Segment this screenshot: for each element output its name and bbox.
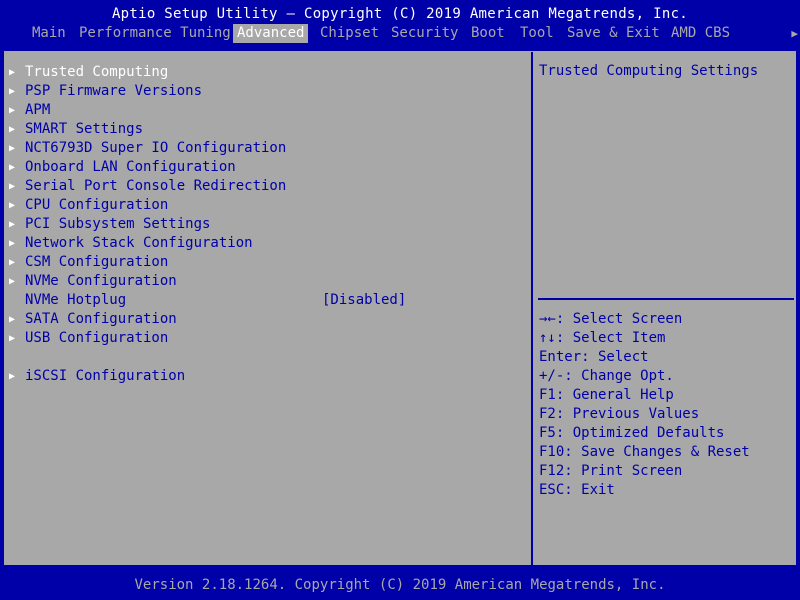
tab-performance-tuning[interactable]: Performance Tuning xyxy=(75,24,235,43)
submenu-arrow-icon: ▶ xyxy=(9,181,16,192)
tab-advanced[interactable]: Advanced xyxy=(233,24,309,43)
app-title: Aptio Setup Utility – Copyright (C) 2019… xyxy=(111,6,689,22)
key-hint-enter-select: Enter: Select xyxy=(539,349,649,365)
submenu-arrow-icon: ▶ xyxy=(9,162,16,173)
tab-chipset[interactable]: Chipset xyxy=(316,24,383,43)
menu-item-nvme-hotplug[interactable]: NVMe Hotplug [Disabled] xyxy=(5,291,525,310)
tab-security[interactable]: Security xyxy=(387,24,462,43)
key-hint-optimized-defaults: F5: Optimized Defaults xyxy=(539,425,725,441)
tab-tool[interactable]: Tool xyxy=(516,24,558,43)
key-hint-general-help: F1: General Help xyxy=(539,387,674,403)
submenu-arrow-icon: ▶ xyxy=(9,238,16,249)
key-hint-exit: ESC: Exit xyxy=(539,482,615,498)
key-hint-print-screen: F12: Print Screen xyxy=(539,463,683,479)
help-panel: Trusted Computing Settings →←: Select Sc… xyxy=(535,52,797,566)
submenu-arrow-icon: ▶ xyxy=(9,276,16,287)
key-hint-change-opt: +/-: Change Opt. xyxy=(539,368,674,384)
submenu-arrow-icon: ▶ xyxy=(9,371,16,382)
menu-list: ▶ Trusted Computing ▶ PSP Firmware Versi… xyxy=(5,52,533,566)
tab-bar: Main Performance Tuning Advanced Chipset… xyxy=(0,24,800,43)
tab-boot[interactable]: Boot xyxy=(467,24,509,43)
submenu-arrow-icon: ▶ xyxy=(9,67,16,78)
key-hint-select-screen: →←: Select Screen xyxy=(539,311,683,327)
submenu-arrow-icon: ▶ xyxy=(9,200,16,211)
submenu-arrow-icon: ▶ xyxy=(9,86,16,97)
more-tabs-icon: ▶ xyxy=(791,27,798,40)
submenu-arrow-icon: ▶ xyxy=(9,219,16,230)
nvme-hotplug-value[interactable]: [Disabled] xyxy=(322,291,406,310)
tab-amd-cbs[interactable]: AMD CBS xyxy=(667,24,734,43)
submenu-arrow-icon: ▶ xyxy=(9,333,16,344)
key-hint-select-item: ↑↓: Select Item xyxy=(539,330,666,346)
submenu-arrow-icon: ▶ xyxy=(9,105,16,116)
help-divider xyxy=(538,298,794,300)
submenu-arrow-icon: ▶ xyxy=(9,314,16,325)
tab-save-exit[interactable]: Save & Exit xyxy=(563,24,664,43)
key-hint-previous-values: F2: Previous Values xyxy=(539,406,700,422)
version-footer: Version 2.18.1264. Copyright (C) 2019 Am… xyxy=(134,577,666,593)
main-panel: ▶ Trusted Computing ▶ PSP Firmware Versi… xyxy=(3,50,797,566)
submenu-arrow-icon: ▶ xyxy=(9,124,16,135)
key-hint-save-reset: F10: Save Changes & Reset xyxy=(539,444,750,460)
help-title: Trusted Computing Settings xyxy=(539,63,759,79)
submenu-arrow-icon: ▶ xyxy=(9,257,16,268)
submenu-arrow-icon: ▶ xyxy=(9,143,16,154)
tab-main[interactable]: Main xyxy=(28,24,70,43)
